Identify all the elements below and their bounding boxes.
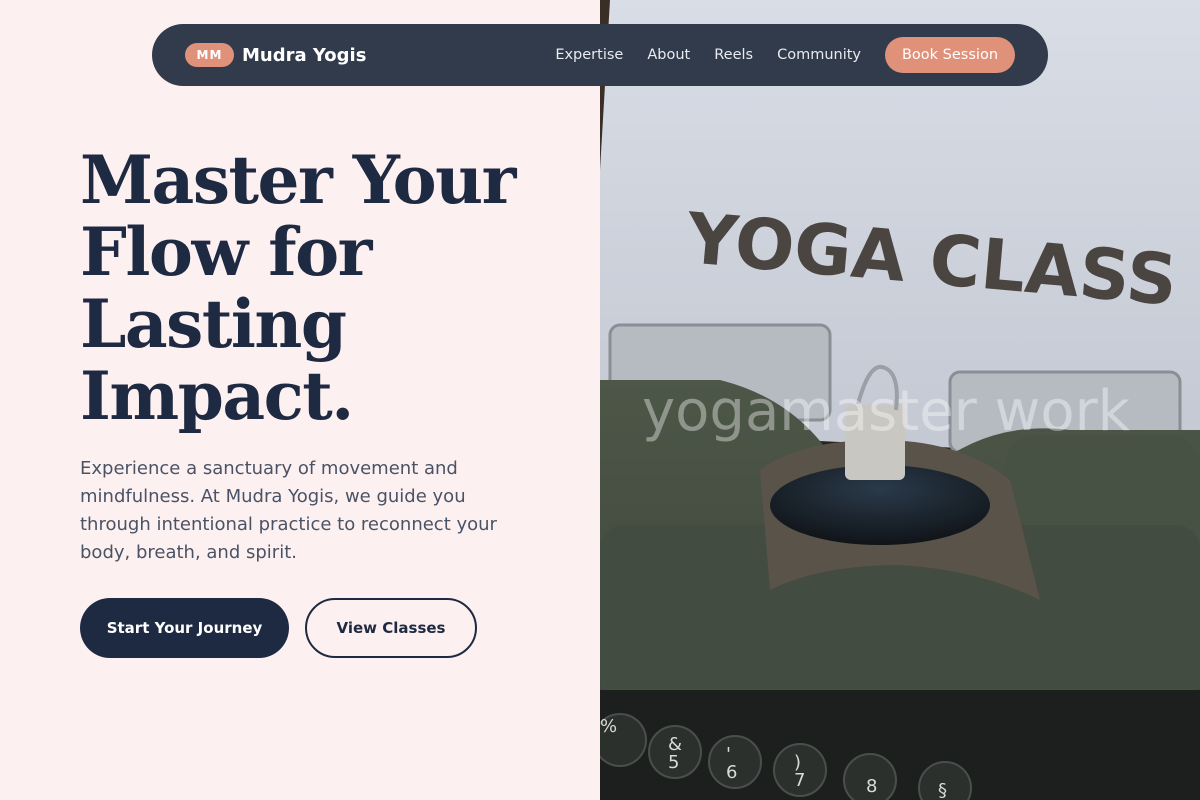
hero-title-line: Master Your <box>80 141 516 219</box>
hero-title-line: Flow for <box>80 213 372 291</box>
logo-badge[interactable]: MM <box>185 43 234 67</box>
typewriter-key-1: % <box>600 716 617 737</box>
nav-link-reels[interactable]: Reels <box>714 47 753 63</box>
nav-link-about[interactable]: About <box>647 47 690 63</box>
top-navbar: MM Mudra Yogis Expertise About Reels Com… <box>152 24 1048 86</box>
start-journey-button[interactable]: Start Your Journey <box>80 598 289 658</box>
hero-title-line: Impact. <box>80 357 354 435</box>
book-session-button[interactable]: Book Session <box>885 37 1015 73</box>
typewriter-key-6: § <box>938 780 947 800</box>
hero-image: YOGA CLASS % & 5 ' 6 ) 7 8 § yogamaster … <box>600 0 1200 800</box>
typewriter-key-5: 8 <box>866 776 877 797</box>
hero-title: Master Your Flow for Lasting Impact. <box>80 144 580 432</box>
view-classes-button[interactable]: View Classes <box>305 598 477 658</box>
nav-link-expertise[interactable]: Expertise <box>555 47 623 63</box>
image-watermark: yogamaster work <box>642 379 1131 444</box>
hero-title-line: Lasting <box>80 285 347 363</box>
brand-name[interactable]: Mudra Yogis <box>242 45 366 66</box>
nav-link-community[interactable]: Community <box>777 47 861 63</box>
hero-description: Experience a sanctuary of movement and m… <box>80 458 497 563</box>
nav-links: Expertise About Reels Community <box>555 47 861 63</box>
